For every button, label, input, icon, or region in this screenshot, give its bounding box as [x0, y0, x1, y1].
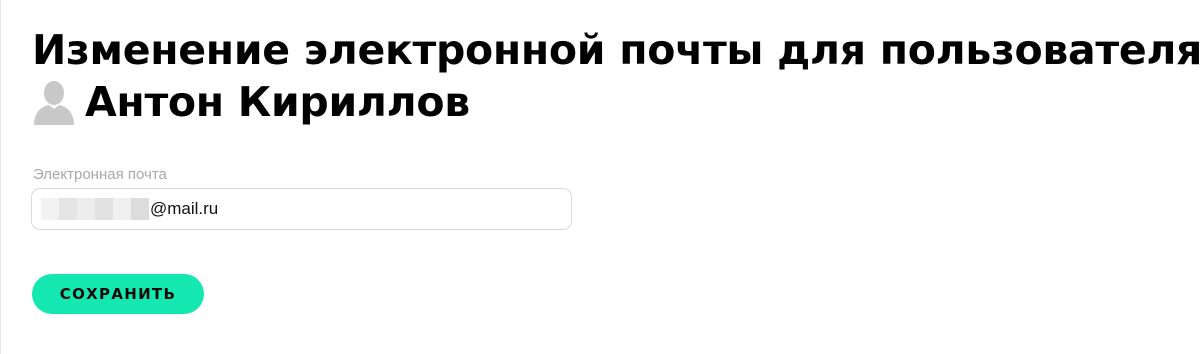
- user-name: Антон Кириллов: [85, 78, 470, 126]
- page-title-line: Изменение электронной почты для пользова…: [32, 26, 1200, 74]
- email-field-label: Электронная почта: [33, 166, 167, 183]
- save-button[interactable]: СОХРАНИТЬ: [32, 274, 204, 314]
- user-silhouette-icon: [31, 79, 77, 125]
- email-redaction: [41, 198, 149, 220]
- user-line: Антон Кириллов: [32, 76, 1192, 128]
- email-value: @mail.ru: [150, 199, 219, 218]
- page: Изменение электронной почты для пользова…: [0, 0, 1200, 354]
- page-title: Изменение электронной почты для пользова…: [32, 24, 1200, 128]
- email-field[interactable]: @mail.ru: [31, 188, 572, 230]
